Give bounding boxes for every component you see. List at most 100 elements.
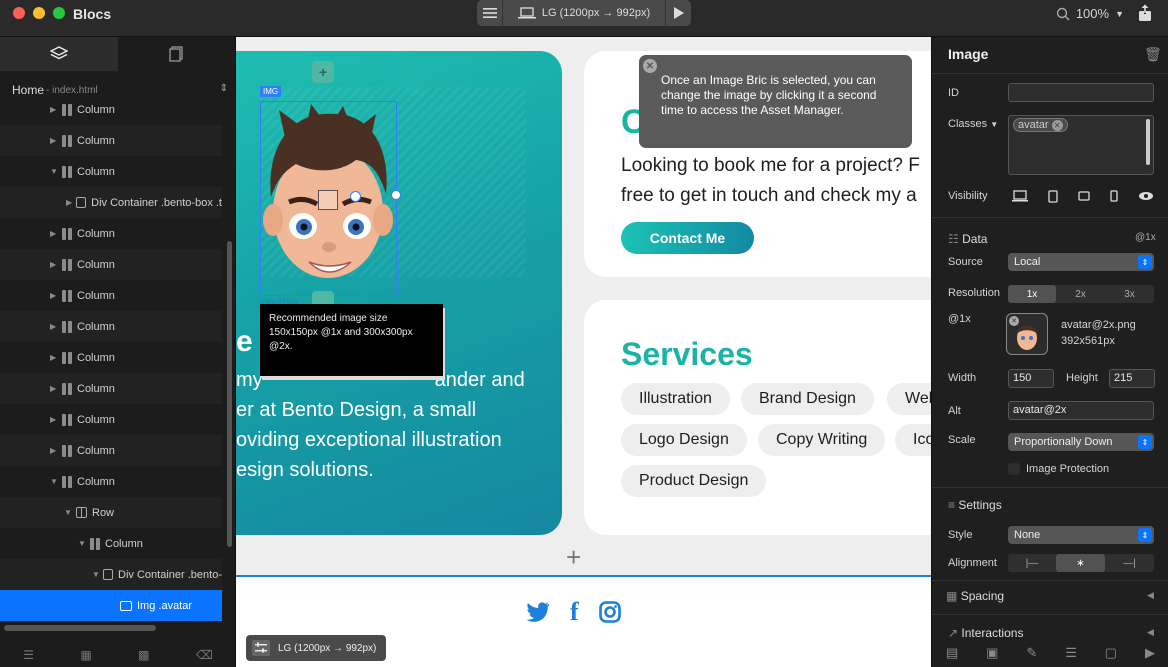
image-thumbnail[interactable]: ✕	[1006, 313, 1048, 355]
classes-label[interactable]: Classes ▼	[948, 118, 998, 130]
tree-item[interactable]: ▶ Column	[0, 373, 222, 404]
service-pill[interactable]: Web	[887, 383, 931, 415]
hero-card[interactable]: IMG + 150x215px e my ander and er at Ben…	[236, 51, 562, 535]
disclosure-right-icon[interactable]: ▶	[50, 260, 62, 269]
scale-select[interactable]: Proportionally Down ⇕	[1008, 433, 1154, 451]
avatar-image[interactable]	[260, 101, 401, 296]
disclosure-right-icon[interactable]: ▶	[66, 198, 76, 207]
image-protection-checkbox[interactable]	[1008, 463, 1020, 475]
disclosure-right-icon[interactable]: ▶	[50, 229, 62, 238]
focus-point-handle[interactable]	[350, 191, 361, 202]
share-button[interactable]	[1132, 2, 1158, 24]
disclosure-right-icon[interactable]: ▶	[50, 415, 62, 424]
resolution-2x[interactable]: 2x	[1056, 285, 1105, 303]
sliders-icon[interactable]: ☰	[23, 648, 34, 662]
classes-input[interactable]: avatar ✕	[1008, 115, 1154, 175]
tree-item[interactable]: ▼ Column	[0, 156, 222, 187]
classes-scrollbar[interactable]	[1146, 119, 1150, 165]
zoom-window-button[interactable]	[53, 7, 65, 19]
tree-item[interactable]: ▶ Column	[0, 94, 222, 125]
align-left-icon[interactable]: |—	[1008, 554, 1056, 572]
column-layout-icon[interactable]: ▦	[80, 648, 91, 662]
source-select[interactable]: Local ⇕	[1008, 253, 1154, 271]
remove-image-icon[interactable]: ✕	[1009, 316, 1019, 326]
class-tag[interactable]: avatar ✕	[1013, 118, 1068, 132]
collapse-arrow-icon[interactable]: ◀	[1147, 590, 1154, 601]
tree-item[interactable]: ▼ Row	[0, 497, 222, 528]
desktop-visibility-icon[interactable]	[1012, 190, 1028, 202]
collapse-arrow-icon[interactable]: ◀	[1147, 627, 1154, 638]
disclosure-right-icon[interactable]: ▶	[50, 105, 62, 114]
service-pill[interactable]: Product Design	[621, 465, 767, 497]
minimize-window-button[interactable]	[33, 7, 45, 19]
align-center-icon[interactable]: ∗	[1056, 554, 1105, 572]
tree-item[interactable]: ▼ Column	[0, 528, 222, 559]
brush-icon[interactable]: ✎	[1026, 645, 1037, 661]
add-above-handle[interactable]: +	[312, 61, 334, 83]
eye-icon[interactable]	[1138, 191, 1154, 201]
style-select[interactable]: None ⇕	[1008, 526, 1154, 544]
phone-visibility-icon[interactable]	[1110, 190, 1118, 202]
tree-item[interactable]: ▶ Column	[0, 342, 222, 373]
resize-handle[interactable]	[391, 190, 401, 200]
service-pill[interactable]: Brand Design	[741, 383, 874, 415]
list-icon[interactable]: ☰	[1065, 645, 1077, 661]
tree-item[interactable]: ▶ Div Container .bento-box .t	[0, 187, 222, 218]
menu-button[interactable]	[477, 0, 503, 26]
tablet-visibility-icon[interactable]	[1048, 189, 1058, 203]
resolution-1x[interactable]: 1x	[1008, 285, 1056, 303]
tree-item[interactable]: ▶ Column	[0, 435, 222, 466]
tree-item[interactable]: ▶ Column	[0, 218, 222, 249]
trash-icon[interactable]: 🗑	[1144, 46, 1162, 63]
tree-item[interactable]: ▶ Column	[0, 404, 222, 435]
tree-item[interactable]: ▶ Column	[0, 280, 222, 311]
settings-section-header[interactable]: ≡ Settings	[948, 498, 1002, 512]
disclosure-down-icon[interactable]: ▼	[50, 477, 62, 486]
contact-me-button[interactable]: Contact Me	[621, 222, 754, 254]
tab-pages[interactable]	[118, 37, 236, 71]
tree-horizontal-scrollbar[interactable]	[4, 625, 156, 631]
disclosure-right-icon[interactable]: ▶	[50, 353, 62, 362]
disclosure-down-icon[interactable]: ▼	[50, 167, 62, 176]
spacing-section-header[interactable]: ▦ Spacing	[946, 589, 1004, 603]
preview-play-button[interactable]	[665, 0, 691, 26]
breakpoint-badge[interactable]: LG (1200px → 992px)	[246, 635, 387, 661]
code-icon[interactable]: ▤	[946, 645, 958, 661]
resolution-3x[interactable]: 3x	[1105, 285, 1154, 303]
alt-input[interactable]: avatar@2x	[1008, 401, 1154, 420]
service-pill[interactable]: Ico	[895, 424, 931, 456]
facebook-icon[interactable]: f	[570, 597, 579, 627]
add-bloc-icon[interactable]: +	[566, 542, 581, 573]
tree-item[interactable]: ▶ Column	[0, 311, 222, 342]
change-image-icon[interactable]	[318, 190, 338, 210]
disclosure-down-icon[interactable]: ▼	[78, 539, 90, 548]
tablet-landscape-visibility-icon[interactable]	[1078, 191, 1090, 201]
services-card[interactable]: Services Illustration Brand Design Web L…	[584, 300, 931, 535]
close-window-button[interactable]	[13, 7, 25, 19]
disclosure-down-icon[interactable]: ▼	[92, 570, 103, 579]
tree-vertical-scrollbar[interactable]	[227, 241, 232, 547]
disclosure-right-icon[interactable]: ▶	[50, 446, 62, 455]
document-icon[interactable]: ▢	[1105, 645, 1117, 661]
remove-class-icon[interactable]: ✕	[1051, 119, 1063, 131]
design-canvas[interactable]: IMG + 150x215px e my ander and er at Ben…	[236, 37, 931, 667]
width-input[interactable]: 150	[1008, 369, 1054, 388]
zoom-control[interactable]: 100% ▼	[1056, 6, 1124, 21]
tree-item[interactable]: ▶ Column	[0, 125, 222, 156]
close-icon[interactable]: ✕	[643, 59, 657, 73]
disclosure-right-icon[interactable]: ▶	[50, 291, 62, 300]
tree-item-selected[interactable]: Img .avatar	[0, 590, 222, 621]
instagram-icon[interactable]	[598, 601, 621, 623]
tab-layers[interactable]	[0, 37, 118, 71]
disclosure-down-icon[interactable]: ▼	[64, 508, 76, 517]
twitter-icon[interactable]	[526, 602, 550, 622]
id-input[interactable]	[1008, 83, 1154, 102]
add-below-handle[interactable]	[312, 291, 334, 305]
grid-layout-icon[interactable]: ▩	[138, 648, 149, 662]
disclosure-right-icon[interactable]: ▶	[50, 384, 62, 393]
breakpoint-selector[interactable]: LG (1200px → 992px)	[503, 0, 665, 26]
disclosure-right-icon[interactable]: ▶	[50, 322, 62, 331]
disclosure-right-icon[interactable]: ▶	[50, 136, 62, 145]
service-pill[interactable]: Copy Writing	[758, 424, 886, 456]
height-input[interactable]: 215	[1109, 369, 1155, 388]
